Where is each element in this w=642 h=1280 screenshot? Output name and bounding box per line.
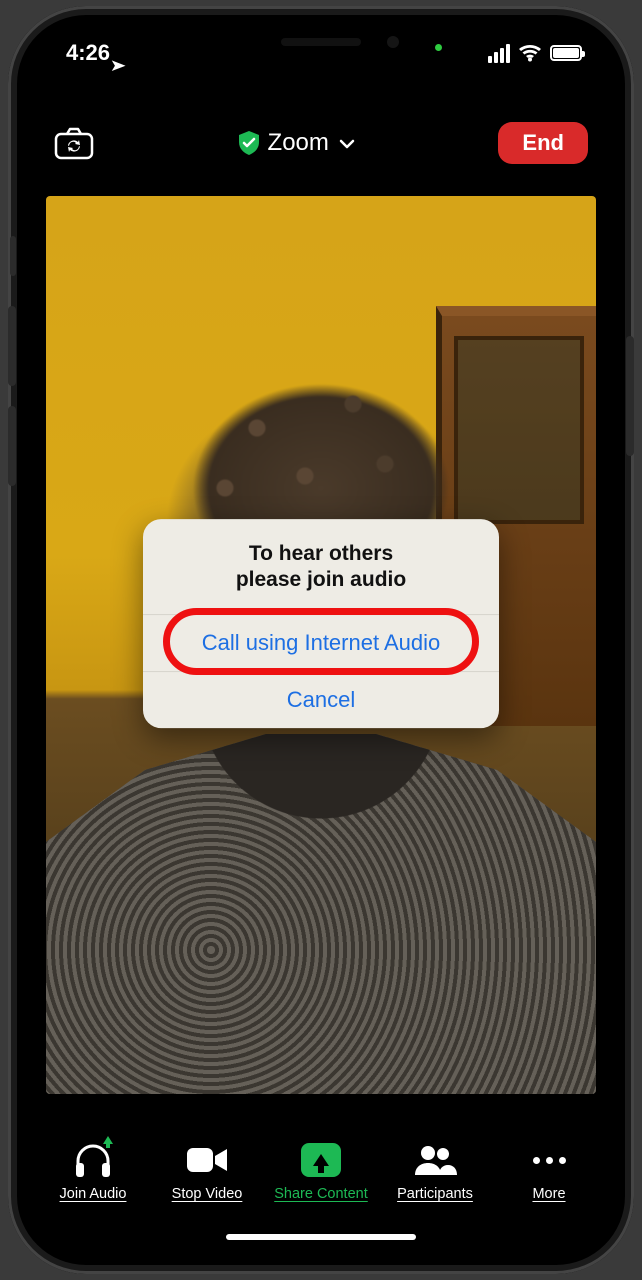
status-time: 4:26 [66, 40, 110, 66]
meeting-bottom-bar: Join Audio Stop Video Share Content [30, 1116, 612, 1208]
video-background [46, 734, 596, 1094]
meeting-top-bar: Zoom End [30, 116, 612, 170]
join-audio-action-sheet: To hear others please join audio Call us… [143, 519, 499, 728]
share-icon [299, 1140, 343, 1180]
participants-button[interactable]: Participants [378, 1140, 492, 1202]
encryption-shield-icon [238, 131, 260, 155]
end-meeting-button[interactable]: End [498, 122, 588, 164]
headphones-icon [71, 1140, 115, 1180]
camera-active-indicator [435, 44, 442, 51]
cellular-signal-icon [488, 44, 510, 63]
toolbar-item-label: Share Content [274, 1186, 368, 1202]
mute-switch [10, 236, 16, 276]
home-indicator[interactable] [226, 1234, 416, 1240]
meeting-title-button[interactable]: Zoom [238, 129, 355, 157]
toolbar-item-label: Participants [397, 1186, 473, 1202]
video-camera-icon [185, 1140, 229, 1180]
cancel-button[interactable]: Cancel [143, 671, 499, 728]
battery-icon [550, 45, 582, 61]
up-arrow-icon [103, 1136, 113, 1144]
notch [191, 26, 451, 62]
switch-camera-button[interactable] [54, 126, 94, 160]
chevron-down-icon [339, 129, 355, 157]
action-sheet-message-line: To hear others [173, 541, 469, 567]
call-internet-audio-button[interactable]: Call using Internet Audio [143, 614, 499, 671]
phone-frame: 4:26 [8, 6, 634, 1274]
volume-down-button [8, 406, 16, 486]
meeting-title: Zoom [268, 129, 329, 157]
stop-video-button[interactable]: Stop Video [150, 1140, 264, 1202]
toolbar-item-label: Join Audio [60, 1186, 127, 1202]
volume-up-button [8, 306, 16, 386]
wifi-icon [518, 44, 542, 62]
share-content-button[interactable]: Share Content [264, 1140, 378, 1202]
power-button [626, 336, 634, 456]
more-button[interactable]: More [492, 1140, 606, 1202]
participants-icon [413, 1140, 457, 1180]
action-sheet-message-line: please join audio [173, 567, 469, 593]
toolbar-item-label: More [532, 1186, 565, 1202]
toolbar-item-label: Stop Video [172, 1186, 243, 1202]
screen: 4:26 [30, 26, 612, 1254]
action-sheet-message: To hear others please join audio [143, 519, 499, 614]
join-audio-button[interactable]: Join Audio [36, 1140, 150, 1202]
more-icon [527, 1140, 571, 1180]
